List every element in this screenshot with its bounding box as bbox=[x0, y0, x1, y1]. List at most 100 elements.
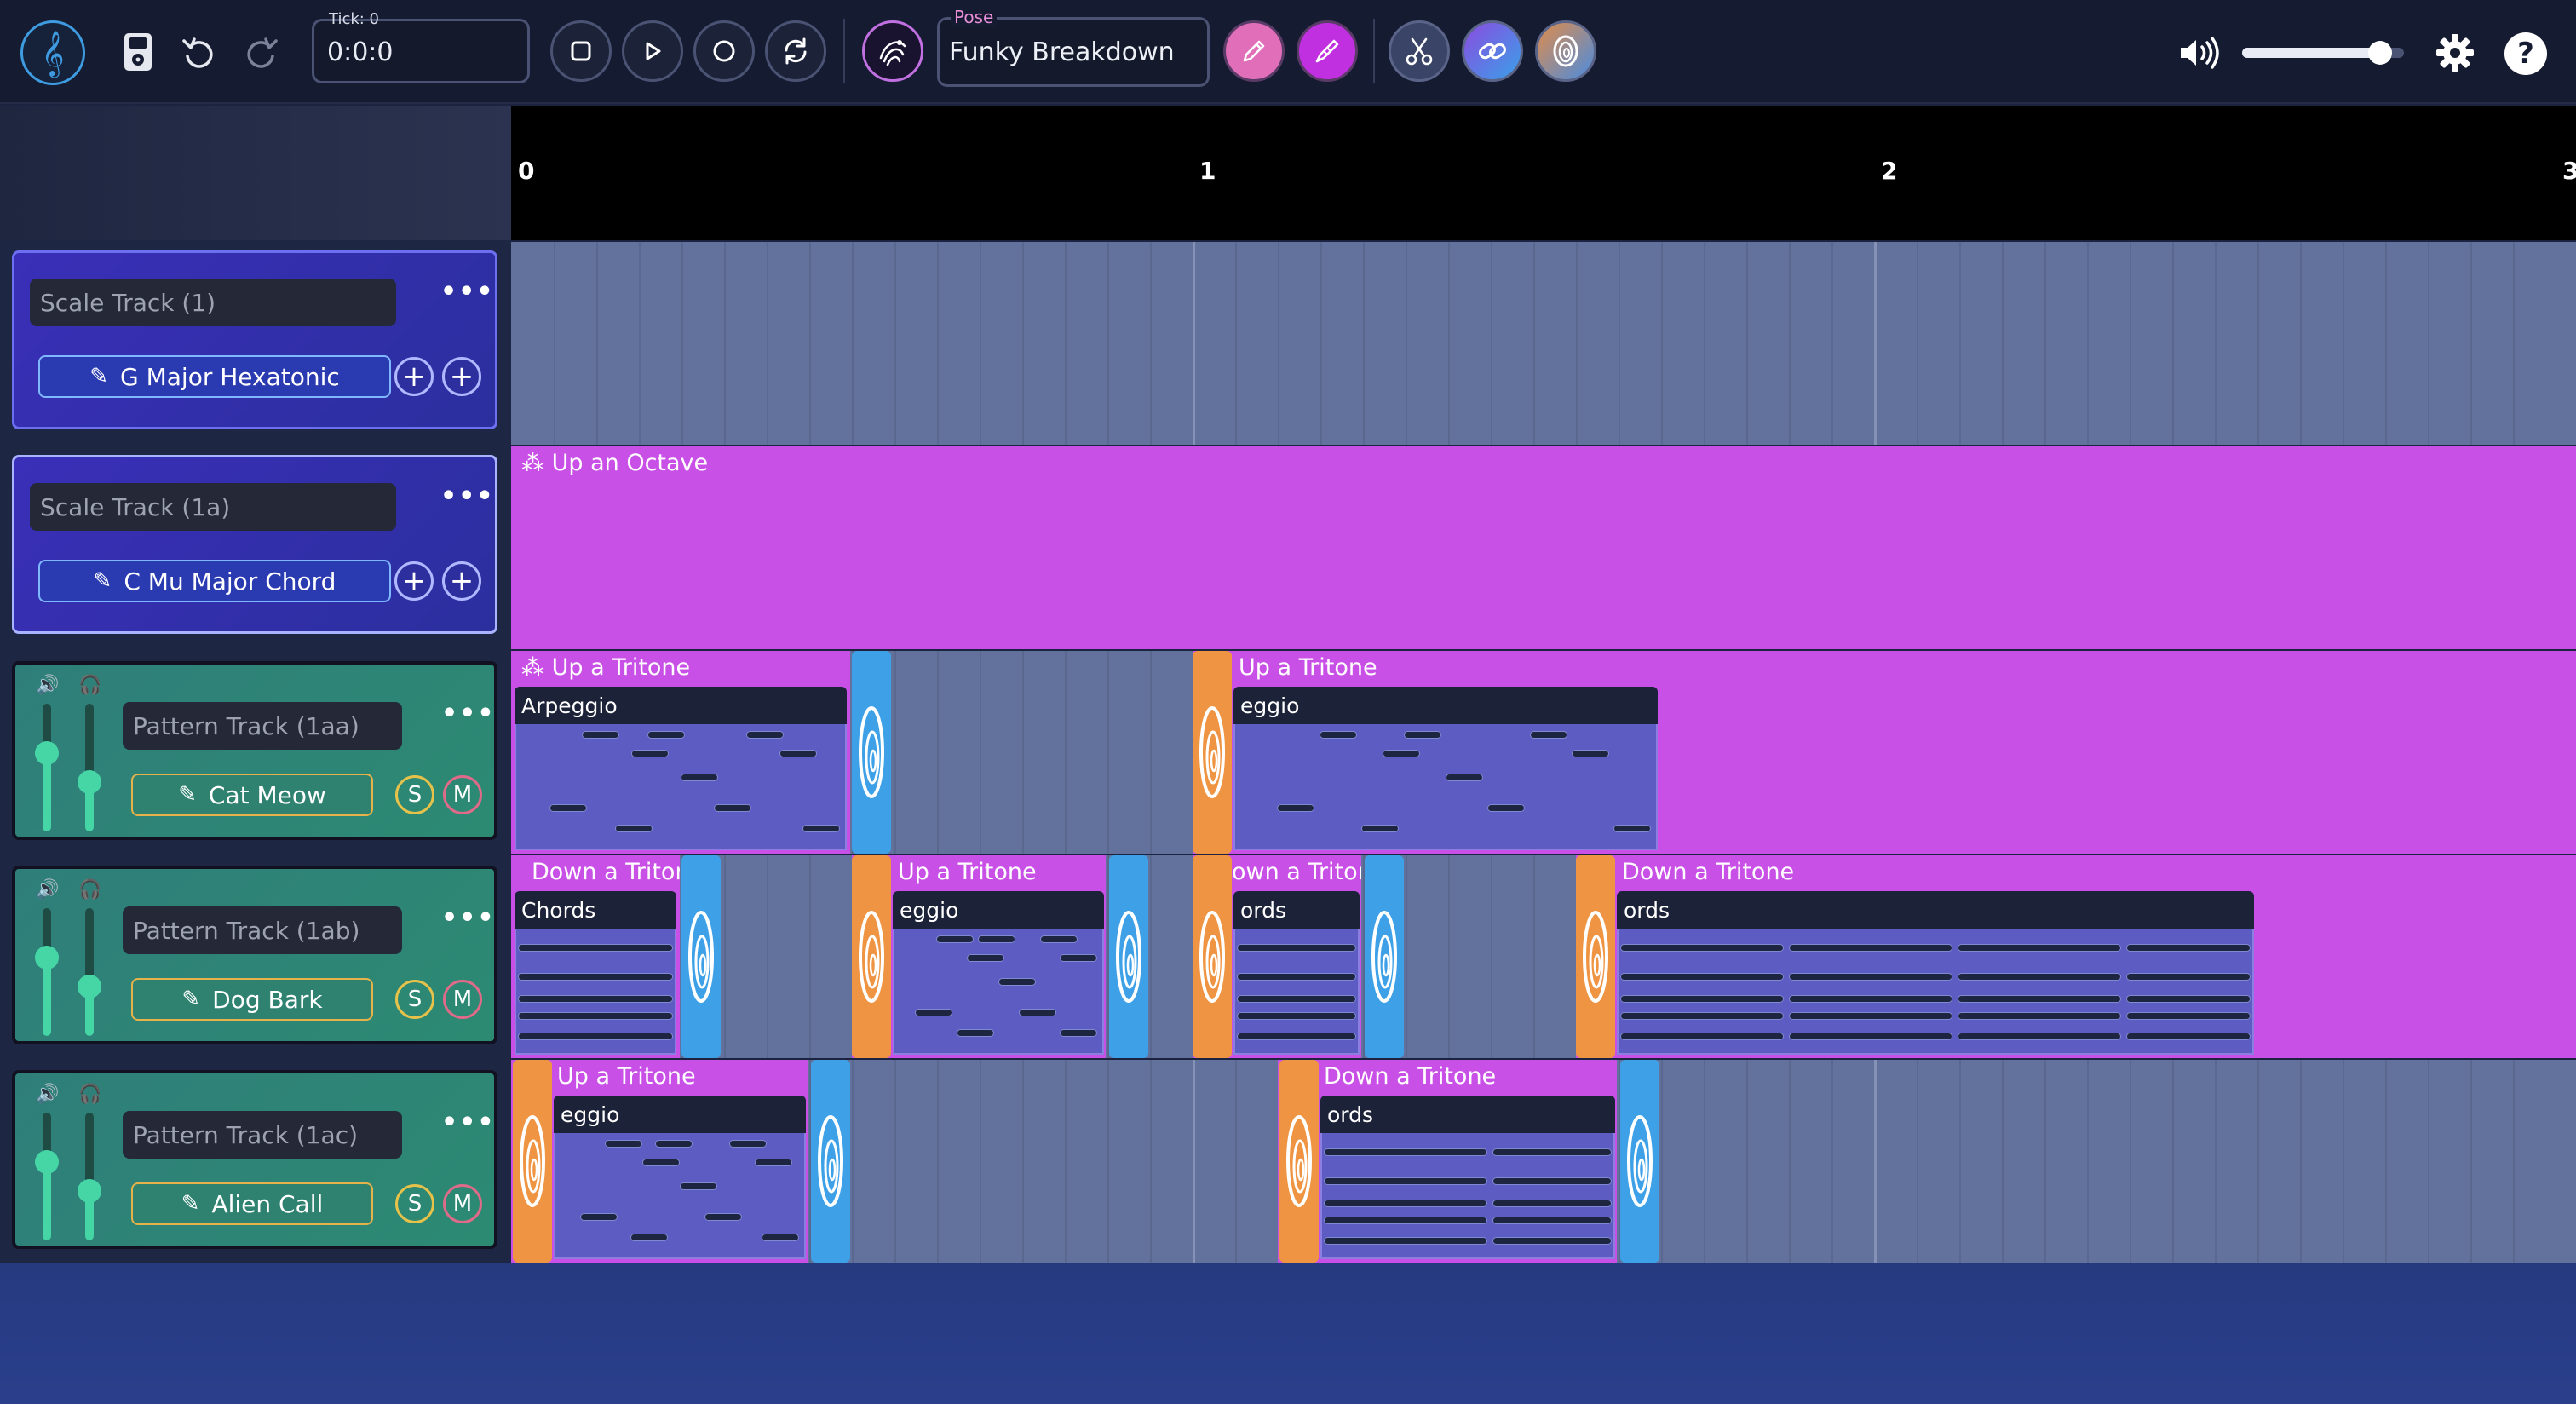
note-bar[interactable] bbox=[1237, 973, 1356, 981]
settings-icon[interactable] bbox=[2433, 31, 2477, 75]
note-bar[interactable] bbox=[518, 944, 673, 952]
portal-entry[interactable] bbox=[852, 855, 891, 1058]
note-bar[interactable] bbox=[1324, 1200, 1487, 1207]
note-bar[interactable] bbox=[1789, 1033, 1952, 1040]
note-bar[interactable] bbox=[1492, 1148, 1612, 1156]
note-bar[interactable] bbox=[1324, 1217, 1487, 1224]
ipod-icon[interactable] bbox=[119, 31, 157, 73]
note-bar[interactable] bbox=[1060, 1029, 1097, 1037]
note-bar[interactable] bbox=[746, 731, 785, 739]
undo-icon[interactable] bbox=[179, 32, 220, 73]
pattern-clip-header[interactable]: ords bbox=[1617, 891, 2254, 929]
track-name-input[interactable]: Pattern Track (1aa) bbox=[123, 702, 402, 750]
pose-clip-title[interactable]: ⁂ Up an Octave bbox=[521, 450, 708, 476]
add-pattern-track-button[interactable]: + bbox=[442, 357, 481, 396]
pattern-clip-body[interactable] bbox=[893, 929, 1104, 1055]
pose-logo-button[interactable] bbox=[862, 20, 923, 82]
redo-icon[interactable] bbox=[240, 32, 281, 73]
note-bar[interactable] bbox=[957, 1029, 995, 1037]
note-bar[interactable] bbox=[1324, 1148, 1487, 1156]
note-bar[interactable] bbox=[1487, 804, 1526, 812]
timeline-ruler[interactable] bbox=[511, 106, 2576, 240]
portal-button[interactable] bbox=[1535, 20, 1596, 82]
loop-button[interactable] bbox=[765, 20, 826, 82]
pattern-clip-header[interactable]: Arpeggio bbox=[515, 687, 847, 724]
solo-button[interactable]: S bbox=[395, 980, 434, 1019]
note-bar[interactable] bbox=[1529, 731, 1567, 739]
pattern-clip-body[interactable] bbox=[1233, 929, 1360, 1055]
note-bar[interactable] bbox=[2126, 995, 2251, 1003]
link-button[interactable] bbox=[1462, 20, 1523, 82]
add-pattern-track-button[interactable]: + bbox=[442, 561, 481, 601]
track-menu-button[interactable]: ••• bbox=[440, 481, 495, 511]
note-bar[interactable] bbox=[1446, 774, 1483, 781]
note-bar[interactable] bbox=[915, 1009, 953, 1016]
note-bar[interactable] bbox=[779, 750, 817, 757]
lane-scale-1[interactable] bbox=[511, 242, 2576, 445]
note-bar[interactable] bbox=[2126, 1012, 2251, 1020]
note-bar[interactable] bbox=[1958, 1012, 2121, 1020]
note-bar[interactable] bbox=[549, 804, 587, 812]
note-bar[interactable] bbox=[605, 1140, 643, 1148]
track-name-input[interactable]: Scale Track (1a) bbox=[30, 483, 396, 531]
note-bar[interactable] bbox=[1492, 1200, 1612, 1207]
note-bar[interactable] bbox=[1620, 944, 1784, 952]
note-bar[interactable] bbox=[1361, 825, 1400, 832]
note-bar[interactable] bbox=[647, 731, 686, 739]
note-bar[interactable] bbox=[1237, 944, 1356, 952]
volume-slider-knob[interactable] bbox=[2367, 41, 2392, 65]
scale-track-panel-1[interactable]: Scale Track (1) ••• ✎ G Major Hexatonic … bbox=[12, 250, 497, 429]
pattern-clip-header[interactable]: Chords bbox=[515, 891, 676, 929]
pose-clip-title[interactable]: own a Triton bbox=[1232, 859, 1361, 885]
note-bar[interactable] bbox=[1324, 1177, 1487, 1185]
pattern-clip-body[interactable] bbox=[515, 929, 676, 1055]
lane-scale-1a[interactable] bbox=[511, 446, 2576, 649]
pattern-clip-header[interactable]: eggio bbox=[1233, 687, 1658, 724]
portal-exit[interactable] bbox=[1109, 855, 1148, 1058]
note-bar[interactable] bbox=[1237, 995, 1356, 1003]
note-bar[interactable] bbox=[1319, 731, 1357, 739]
portal-exit[interactable] bbox=[811, 1060, 850, 1263]
note-bar[interactable] bbox=[1060, 954, 1097, 962]
note-bar[interactable] bbox=[802, 825, 840, 832]
empty-tracks-area[interactable] bbox=[0, 1263, 2576, 1404]
note-bar[interactable] bbox=[614, 825, 653, 832]
add-track-button[interactable]: + bbox=[394, 357, 434, 396]
note-bar[interactable] bbox=[704, 1213, 743, 1221]
note-bar[interactable] bbox=[518, 1012, 673, 1020]
note-bar[interactable] bbox=[1492, 1237, 1612, 1245]
note-bar[interactable] bbox=[630, 1234, 668, 1241]
note-bar[interactable] bbox=[518, 995, 673, 1003]
track-pan-slider[interactable] bbox=[78, 704, 101, 831]
note-bar[interactable] bbox=[1620, 973, 1784, 981]
pose-clip-title[interactable]: Down a Tritone bbox=[1324, 1063, 1496, 1090]
note-bar[interactable] bbox=[1620, 1033, 1784, 1040]
note-bar[interactable] bbox=[1572, 750, 1610, 757]
portal-exit[interactable] bbox=[1620, 1060, 1659, 1263]
instrument-button[interactable]: ✎ C Mu Major Chord bbox=[38, 560, 391, 602]
pattern-clip-header[interactable]: ords bbox=[1320, 1096, 1615, 1133]
add-track-button[interactable]: + bbox=[394, 561, 434, 601]
note-bar[interactable] bbox=[1620, 1012, 1784, 1020]
portal-entry[interactable] bbox=[1576, 855, 1615, 1058]
instrument-button[interactable]: ✎ G Major Hexatonic bbox=[38, 355, 391, 398]
note-bar[interactable] bbox=[582, 731, 620, 739]
track-volume-slider[interactable] bbox=[35, 1113, 59, 1240]
note-bar[interactable] bbox=[518, 1033, 673, 1040]
note-bar[interactable] bbox=[1019, 1009, 1057, 1016]
pattern-clip-body[interactable] bbox=[515, 724, 847, 850]
treble-clef-icon[interactable]: 𝄞 bbox=[20, 20, 85, 85]
track-pan-slider[interactable] bbox=[78, 1113, 101, 1240]
note-bar[interactable] bbox=[2126, 973, 2251, 981]
note-bar[interactable] bbox=[1237, 1012, 1356, 1020]
brush-button[interactable] bbox=[1297, 20, 1358, 82]
note-bar[interactable] bbox=[1492, 1217, 1612, 1224]
note-bar[interactable] bbox=[518, 973, 673, 981]
track-name-input[interactable]: Pattern Track (1ac) bbox=[123, 1111, 402, 1159]
portal-exit[interactable] bbox=[852, 651, 891, 854]
track-name-input[interactable]: Scale Track (1) bbox=[30, 279, 396, 326]
portal-entry[interactable] bbox=[1279, 1060, 1319, 1263]
pose-clip-title[interactable]: Up a Tritone bbox=[898, 859, 1037, 885]
portal-entry[interactable] bbox=[513, 1060, 552, 1263]
track-menu-button[interactable]: ••• bbox=[441, 1108, 496, 1137]
